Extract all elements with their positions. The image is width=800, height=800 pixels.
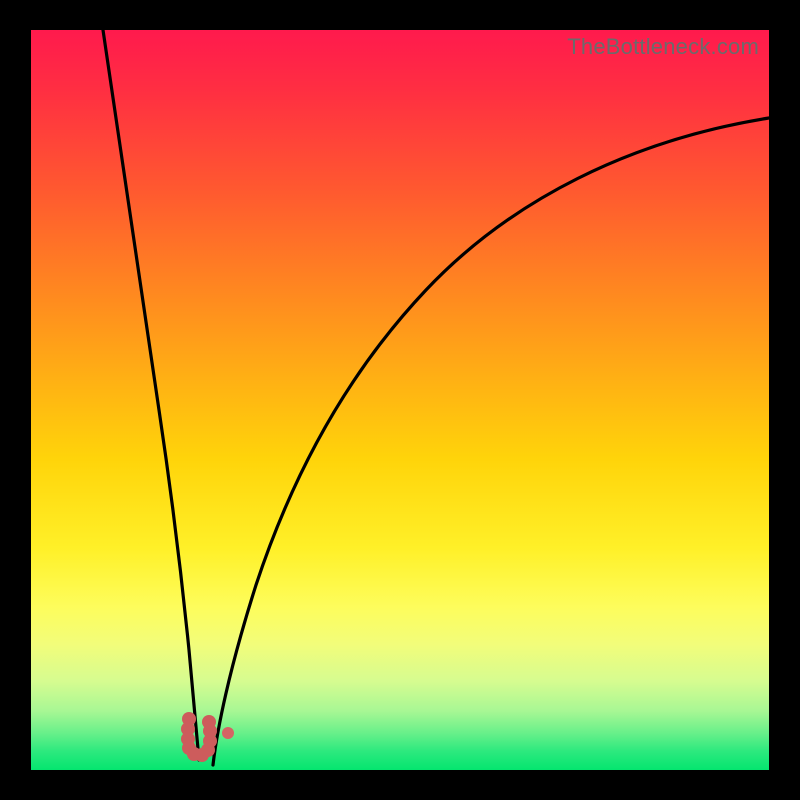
chart-frame: TheBottleneck.com [0,0,800,800]
marker-end-dot [222,727,234,739]
chart-curves [31,30,769,770]
curve-left-branch [103,30,199,760]
curve-right-branch [213,118,769,765]
plot-area: TheBottleneck.com [31,30,769,770]
marker-u-cluster [181,712,234,762]
